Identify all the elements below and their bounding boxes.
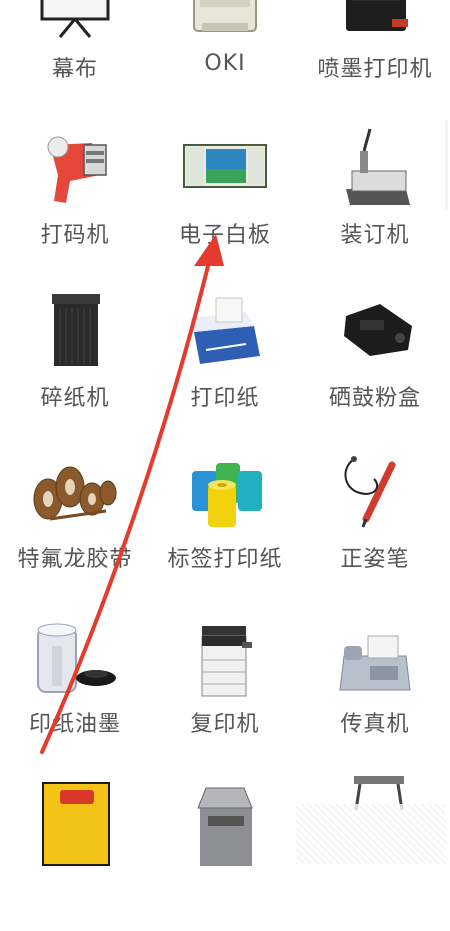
category-label: 打码机 [40, 223, 110, 248]
category-item-binding-machine[interactable]: 装订机 [300, 115, 450, 278]
category-item-printing-paper[interactable]: 打印纸 [150, 278, 300, 441]
category-label: 电子白板 [178, 223, 271, 248]
copier-icon [180, 616, 270, 698]
printing-ink-icon [30, 616, 120, 698]
category-label: 喷墨打印机 [317, 57, 433, 82]
shredder-icon [30, 286, 120, 368]
projector-screen-icon [30, 0, 120, 47]
category-item-paper-cutter[interactable] [150, 768, 300, 931]
paper-cutter-icon [180, 780, 270, 866]
label-roll-icon [180, 449, 270, 531]
category-label: 打印纸 [190, 386, 260, 411]
category-item-fax-machine[interactable]: 传真机 [300, 604, 450, 767]
category-item-inkjet-printer[interactable]: 喷墨打印机 [300, 0, 450, 82]
category-item-price-labeler[interactable]: 打码机 [0, 115, 150, 278]
category-item-electronic-whiteboard[interactable]: 电子白板 [150, 115, 300, 278]
fax-machine-icon [330, 616, 420, 698]
category-item-sticky-notes[interactable] [0, 768, 150, 931]
category-label: 特氟龙胶带 [17, 547, 133, 572]
sticky-notes-icon [30, 780, 120, 866]
category-label: 幕布 [51, 57, 98, 82]
toner-cartridge-icon [330, 286, 420, 368]
oki-printer-icon [180, 0, 270, 47]
category-item-projector-screen[interactable]: 幕布 [0, 0, 150, 82]
category-item-posture-pen[interactable]: 正姿笔 [300, 441, 450, 604]
category-grid: 幕布 OKI 喷墨打印机 打码机 电子白板 装订机 碎纸机 打印纸 硒鼓粉盒 特… [0, 0, 450, 870]
category-item-copier[interactable]: 复印机 [150, 604, 300, 767]
category-item-shredder[interactable]: 碎纸机 [0, 278, 150, 441]
category-label: 硒鼓粉盒 [328, 386, 421, 411]
category-item-teflon-tape[interactable]: 特氟龙胶带 [0, 441, 150, 604]
category-label: OKI [204, 51, 246, 76]
binding-machine-icon [330, 125, 420, 207]
category-item-printing-ink[interactable]: 印纸油墨 [0, 604, 150, 767]
category-item-oki[interactable]: OKI [150, 0, 300, 76]
category-item-toner-cartridge[interactable]: 硒鼓粉盒 [300, 278, 450, 441]
category-label: 碎纸机 [40, 386, 110, 411]
category-label: 正姿笔 [340, 547, 410, 572]
scrollbar[interactable] [445, 120, 448, 210]
category-label: 装订机 [340, 223, 410, 248]
inkjet-printer-icon [330, 0, 420, 47]
watermark [296, 804, 446, 864]
printing-paper-icon [180, 286, 270, 368]
category-item-label-roll[interactable]: 标签打印纸 [150, 441, 300, 604]
category-label: 印纸油墨 [28, 712, 121, 737]
electronic-whiteboard-icon [180, 125, 270, 207]
price-labeler-icon [30, 125, 120, 207]
teflon-tape-icon [30, 449, 120, 531]
category-label: 传真机 [340, 712, 410, 737]
category-label: 标签打印纸 [167, 547, 283, 572]
category-label: 复印机 [190, 712, 260, 737]
posture-pen-icon [330, 449, 420, 531]
